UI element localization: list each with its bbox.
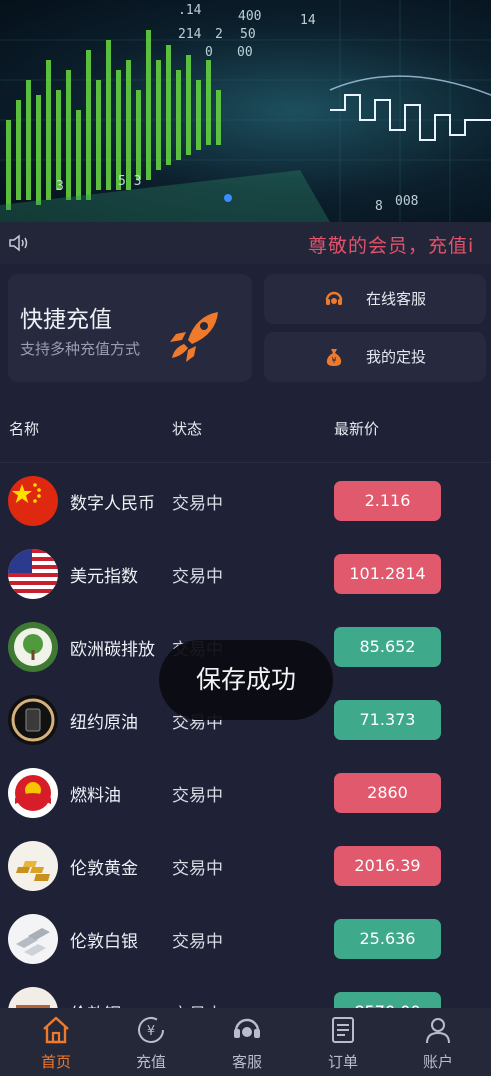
row-name: 纽约原油 — [70, 713, 138, 733]
money-bag-icon: ¥ — [326, 349, 342, 366]
price-badge[interactable]: 2860 — [334, 773, 441, 813]
price-badge[interactable]: 25.636 — [334, 919, 441, 959]
row-status: 交易中 — [172, 786, 223, 806]
svg-text:14: 14 — [300, 13, 316, 28]
market-row[interactable]: 美元指数 交易中 101.2814 — [0, 537, 491, 610]
header-divider — [0, 462, 491, 463]
svg-text:3: 3 — [56, 179, 64, 194]
tab-recharge-label: 充值 — [135, 1053, 166, 1071]
speaker-icon — [9, 234, 28, 252]
column-header-status: 状态 — [172, 420, 203, 438]
svg-text:¥: ¥ — [147, 1024, 155, 1039]
price-badge[interactable]: 2016.39 — [334, 846, 441, 886]
svg-text:00: 00 — [237, 45, 253, 60]
svg-text:8: 8 — [375, 199, 383, 214]
tab-home[interactable]: 首页 — [7, 1008, 105, 1076]
stock-chart-banner[interactable]: .14 400 214 2 50 0 00 14 5 33 8 008 — [0, 0, 491, 222]
row-name: 数字人民币 — [70, 494, 155, 514]
row-name: 伦敦白银 — [70, 932, 138, 952]
rocket-icon — [170, 312, 218, 362]
market-row[interactable]: 数字人民币 交易中 2.116 — [0, 464, 491, 537]
us-flag-icon — [8, 549, 58, 599]
bottom-tab-bar: 首页 ¥ 充值 客服 订单 账户 — [0, 1008, 491, 1076]
tab-orders[interactable]: 订单 — [294, 1008, 392, 1076]
order-icon — [332, 1017, 354, 1043]
row-status: 交易中 — [172, 494, 223, 514]
market-row[interactable]: 伦敦白银 交易中 25.636 — [0, 902, 491, 975]
my-investment-label: 我的定投 — [366, 348, 427, 366]
tab-service-label: 客服 — [231, 1053, 262, 1071]
svg-text:.14: .14 — [178, 3, 202, 18]
row-status: 交易中 — [172, 567, 223, 587]
market-row[interactable]: 燃料油 交易中 2860 — [0, 756, 491, 829]
price-badge[interactable]: 2.116 — [334, 481, 441, 521]
home-icon — [43, 1016, 69, 1044]
silver-bars-icon — [8, 914, 58, 964]
announcement-text: 尊敬的会员，充值i — [308, 235, 475, 257]
price-badge[interactable]: 85.652 — [334, 627, 441, 667]
market-row[interactable]: 伦敦黄金 交易中 2016.39 — [0, 829, 491, 902]
tab-account[interactable]: 账户 — [389, 1008, 487, 1076]
column-header-price: 最新价 — [334, 420, 380, 438]
svg-text:50: 50 — [240, 27, 256, 42]
price-badge[interactable]: 101.2814 — [334, 554, 441, 594]
quick-recharge-subtitle: 支持多种充值方式 — [20, 340, 141, 358]
row-name: 欧洲碳排放 — [70, 640, 155, 660]
announcement-bar[interactable]: 尊敬的会员，充值i — [0, 222, 491, 264]
tab-service[interactable]: 客服 — [198, 1008, 296, 1076]
svg-text:400: 400 — [238, 9, 261, 24]
gold-bars-icon — [8, 841, 58, 891]
row-name: 燃料油 — [70, 786, 121, 806]
headset-icon — [234, 1018, 260, 1038]
row-name: 伦敦黄金 — [70, 859, 138, 879]
row-name: 美元指数 — [70, 567, 138, 587]
carbon-reduce-icon — [8, 622, 58, 672]
tab-account-label: 账户 — [422, 1053, 453, 1071]
quick-recharge-title: 快捷充值 — [20, 307, 112, 333]
column-header-name: 名称 — [9, 420, 40, 438]
banner-chart-art: .14 400 214 2 50 0 00 14 5 33 8 008 — [0, 0, 491, 222]
tab-recharge[interactable]: ¥ 充值 — [102, 1008, 200, 1076]
headset-icon — [325, 291, 343, 305]
online-service-button[interactable]: 在线客服 — [264, 274, 486, 324]
quick-recharge-card[interactable]: 快捷充值 支持多种充值方式 — [8, 274, 252, 382]
yen-coin-icon: ¥ — [138, 1017, 164, 1043]
svg-text:0: 0 — [205, 45, 213, 60]
svg-text:2: 2 — [215, 27, 223, 42]
svg-text:008: 008 — [395, 194, 418, 209]
petrochina-icon — [8, 768, 58, 818]
my-investment-button[interactable]: ¥ 我的定投 — [264, 332, 486, 382]
tab-home-label: 首页 — [40, 1053, 71, 1071]
tab-orders-label: 订单 — [327, 1053, 358, 1071]
carousel-indicator[interactable] — [224, 194, 232, 202]
online-service-label: 在线客服 — [366, 290, 427, 308]
row-status: 交易中 — [172, 859, 223, 879]
svg-text:214: 214 — [178, 27, 202, 42]
price-badge[interactable]: 71.373 — [334, 700, 441, 740]
save-success-toast: 保存成功 — [159, 640, 333, 720]
china-flag-icon — [8, 476, 58, 526]
row-status: 交易中 — [172, 932, 223, 952]
svg-text:5 3: 5 3 — [118, 174, 141, 189]
user-icon — [426, 1018, 450, 1044]
svg-text:¥: ¥ — [331, 356, 336, 365]
crude-oil-icon — [8, 695, 58, 745]
